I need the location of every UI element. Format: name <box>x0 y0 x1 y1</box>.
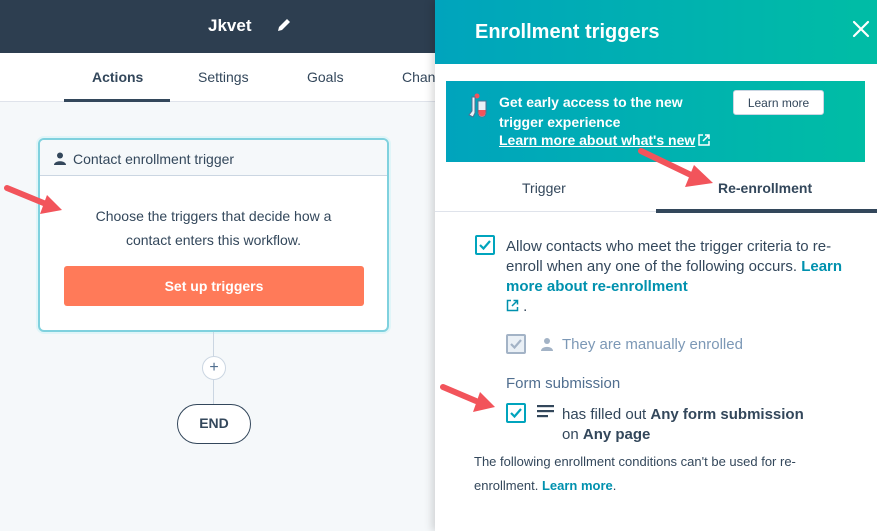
pencil-icon[interactable] <box>276 17 292 33</box>
active-tab-indicator <box>64 99 170 102</box>
reenroll-period: . <box>523 298 528 315</box>
manually-enrolled-checkbox <box>506 334 526 354</box>
enrollment-trigger-card[interactable]: Contact enrollment trigger Choose the tr… <box>38 138 389 332</box>
tab-goals[interactable]: Goals <box>307 69 344 85</box>
enrollment-triggers-panel: Enrollment triggers Get early access to … <box>435 0 877 531</box>
person-icon <box>541 338 553 351</box>
tab-actions[interactable]: Actions <box>92 69 143 85</box>
close-icon[interactable] <box>851 19 871 39</box>
lines-icon <box>537 405 554 418</box>
panel-header: Enrollment triggers <box>435 0 877 64</box>
workflow-title[interactable]: Jkvet <box>208 16 251 36</box>
annotation-arrow <box>4 185 62 214</box>
card-description: Choose the triggers that decide how a co… <box>40 204 387 252</box>
add-action-button[interactable]: + <box>202 356 226 380</box>
checkmark-icon <box>510 339 522 350</box>
panel-title: Enrollment triggers <box>475 21 660 43</box>
manually-enrolled-label: They are manually enrolled <box>562 336 743 353</box>
form-submission-checkbox[interactable] <box>506 403 526 423</box>
tab-changes[interactable]: Chan <box>402 69 435 85</box>
external-link-icon[interactable] <box>506 299 519 312</box>
form-prefix: has filled out <box>562 406 647 423</box>
flask-icon <box>468 93 487 118</box>
tab-re-enrollment[interactable]: Re-enrollment <box>718 180 812 196</box>
note-text: The following enrollment conditions can'… <box>474 454 796 493</box>
form-submission-description: has filled out Any form submission on An… <box>562 405 852 445</box>
card-header-label: Contact enrollment trigger <box>73 151 235 167</box>
form-page: Any page <box>582 426 651 443</box>
card-description-line-1: Choose the triggers that decide how a <box>95 208 332 224</box>
note-end: . <box>612 478 617 493</box>
form-name: Any form submission <box>650 406 804 423</box>
reenroll-text: Allow contacts who meet the trigger crit… <box>506 238 832 275</box>
note-learn-more-link[interactable]: Learn more <box>542 478 613 493</box>
workflow-tabs: Actions Settings Goals Chan <box>0 53 435 102</box>
reenroll-description: Allow contacts who meet the trigger crit… <box>506 237 851 317</box>
reenrollment-note: The following enrollment conditions can'… <box>474 450 849 498</box>
form-submission-heading: Form submission <box>506 375 621 392</box>
annotation-arrow <box>440 384 495 412</box>
checkmark-icon <box>510 408 522 419</box>
end-node: END <box>177 404 251 444</box>
card-header: Contact enrollment trigger <box>40 140 387 176</box>
checkmark-icon <box>479 240 491 251</box>
tab-trigger[interactable]: Trigger <box>522 180 566 196</box>
form-on: on <box>562 426 579 443</box>
tab-settings[interactable]: Settings <box>198 69 249 85</box>
workflow-topbar: Jkvet <box>0 0 435 53</box>
banner-text: Get early access to the new trigger expe… <box>499 94 683 130</box>
person-icon <box>54 152 66 165</box>
card-description-line-2: contact enters this workflow. <box>125 232 302 248</box>
annotation-arrow <box>638 148 713 187</box>
learn-more-button[interactable]: Learn more <box>733 90 824 115</box>
set-up-triggers-button[interactable]: Set up triggers <box>64 266 364 306</box>
allow-reenroll-checkbox[interactable] <box>475 235 495 255</box>
active-panel-tab-indicator <box>656 209 877 213</box>
